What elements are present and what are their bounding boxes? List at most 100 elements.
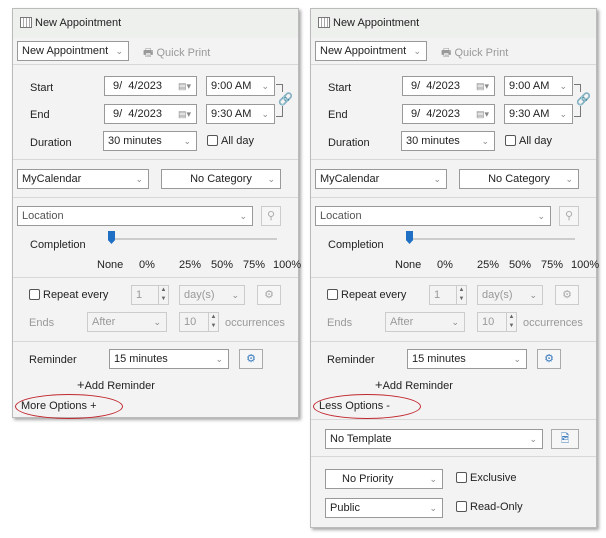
ends-count-value: 10 [184, 316, 197, 328]
map-pin-button[interactable]: ⚲ [559, 206, 579, 226]
gear-icon: ⚙ [246, 353, 256, 365]
ends-count-spinner[interactable]: 10 ▲ ▼ [477, 312, 517, 332]
template-button[interactable]: 🖻 [551, 429, 579, 449]
completion-tick-label: 50% [509, 259, 532, 271]
chevron-down-icon: ⌄ [115, 46, 123, 56]
quick-print-label: Quick Print [454, 47, 509, 59]
chevron-down-icon: ⌄ [513, 354, 521, 364]
end-date-picker[interactable]: 9/ 4/2023 ▤▾ [104, 104, 197, 124]
ends-mode-select[interactable]: After ⌄ [385, 312, 465, 332]
form-select-value: New Appointment [320, 45, 407, 57]
category-select[interactable]: No Category ⌄ [161, 169, 281, 189]
duration-select[interactable]: 30 minutes ⌄ [401, 131, 495, 151]
template-select-value: No Template [330, 433, 392, 445]
add-reminder-button[interactable]: +Add Reminder [375, 377, 453, 392]
repeat-count-spinner[interactable]: 1 ▲ ▼ [429, 285, 467, 305]
checkbox-icon [327, 289, 338, 300]
ends-mode-select[interactable]: After ⌄ [87, 312, 167, 332]
location-input[interactable]: Location ⌄ [315, 206, 551, 226]
all-day-checkbox[interactable]: All day [505, 135, 552, 147]
read-only-checkbox[interactable]: Read-Only [456, 501, 523, 513]
map-pin-button[interactable]: ⚲ [261, 206, 281, 226]
repeat-settings-button[interactable]: ⚙ [257, 285, 281, 305]
chevron-down-icon: ⌄ [261, 81, 269, 91]
end-time-select-value: 9:30 AM [509, 108, 550, 120]
duration-select-value: 30 minutes [406, 135, 460, 147]
calendar-select-value: MyCalendar [320, 173, 380, 185]
gear-icon: ⚙ [544, 353, 554, 365]
chevron-down-icon: ⌄ [559, 81, 567, 91]
completion-slider-track[interactable] [407, 238, 575, 240]
reminder-select[interactable]: 15 minutes ⌄ [109, 349, 229, 369]
end-time-select[interactable]: 9:30 AM ⌄ [504, 104, 573, 124]
end-date-value: 9/ 4/2023 [411, 108, 460, 120]
ends-count-value: 10 [482, 316, 495, 328]
appointment-panel-expanded: New Appointment New Appointment ⌄ 🖶 Quick P… [310, 8, 599, 528]
chevron-down-icon: ⌄ [429, 474, 437, 484]
ends-mode-select-value: After [92, 316, 116, 328]
template-select[interactable]: No Template ⌄ [325, 429, 543, 449]
reminder-settings-button[interactable]: ⚙ [239, 349, 263, 369]
completion-tick-label: 50% [211, 259, 234, 271]
start-time-select[interactable]: 9:00 AM ⌄ [504, 76, 573, 96]
chevron-down-icon: ⌄ [565, 174, 573, 184]
reminder-select[interactable]: 15 minutes ⌄ [407, 349, 527, 369]
divider [311, 159, 596, 160]
spinner-arrows-icon[interactable]: ▲ ▼ [158, 286, 168, 304]
completion-tick-label: None [97, 259, 124, 271]
category-select[interactable]: No Category ⌄ [459, 169, 579, 189]
calendar-select[interactable]: MyCalendar ⌄ [17, 169, 149, 189]
chevron-down-icon: ⌄ [239, 211, 247, 221]
checkbox-icon [456, 501, 467, 512]
map-pin-icon: ⚲ [564, 210, 574, 222]
all-day-checkbox[interactable]: All day [207, 135, 254, 147]
form-select[interactable]: New Appointment ⌄ [315, 41, 427, 61]
completion-label: Completion [328, 239, 384, 251]
quick-print-button[interactable]: 🖶 Quick Print [441, 44, 508, 63]
chevron-down-icon: ⌄ [215, 354, 223, 364]
spinner-arrows-icon[interactable]: ▲ ▼ [506, 313, 516, 331]
ends-count-spinner[interactable]: 10 ▲ ▼ [179, 312, 219, 332]
chevron-down-icon: ⌄ [559, 109, 567, 119]
calendar-dropdown-icon: ▤▾ [177, 109, 191, 119]
completion-slider-thumb[interactable] [108, 231, 115, 244]
add-reminder-button[interactable]: +Add Reminder [77, 377, 155, 392]
start-date-picker[interactable]: 9/ 4/2023 ▤▾ [104, 76, 197, 96]
divider [13, 277, 298, 278]
spinner-arrows-icon[interactable]: ▲ ▼ [456, 286, 466, 304]
link-icon[interactable]: 🔗 [576, 92, 591, 106]
visibility-select[interactable]: Public ⌄ [325, 498, 443, 518]
chevron-down-icon: ⌄ [413, 46, 421, 56]
end-date-value: 9/ 4/2023 [113, 108, 162, 120]
reminder-settings-button[interactable]: ⚙ [537, 349, 561, 369]
repeat-unit-select[interactable]: day(s) ⌄ [477, 285, 543, 305]
location-input[interactable]: Location ⌄ [17, 206, 253, 226]
repeat-settings-button[interactable]: ⚙ [555, 285, 579, 305]
repeat-checkbox[interactable]: Repeat every [327, 289, 406, 301]
calendar-select[interactable]: MyCalendar ⌄ [315, 169, 447, 189]
end-time-select[interactable]: 9:30 AM ⌄ [206, 104, 275, 124]
repeat-checkbox[interactable]: Repeat every [29, 289, 108, 301]
start-date-picker[interactable]: 9/ 4/2023 ▤▾ [402, 76, 495, 96]
link-icon[interactable]: 🔗 [278, 92, 293, 106]
spinner-arrows-icon[interactable]: ▲ ▼ [208, 313, 218, 331]
form-select[interactable]: New Appointment ⌄ [17, 41, 129, 61]
plus-icon: + [375, 377, 383, 392]
exclusive-checkbox[interactable]: Exclusive [456, 472, 516, 484]
duration-select[interactable]: 30 minutes ⌄ [103, 131, 197, 151]
completion-slider-track[interactable] [109, 238, 277, 240]
quick-print-button[interactable]: 🖶 Quick Print [143, 44, 210, 63]
repeat-count-spinner[interactable]: 1 ▲ ▼ [131, 285, 169, 305]
repeat-unit-select[interactable]: day(s) ⌄ [179, 285, 245, 305]
chevron-down-icon: ⌄ [451, 317, 459, 327]
reminder-label: Reminder [327, 354, 375, 366]
ends-label: Ends [29, 317, 55, 329]
checkbox-icon [505, 135, 516, 146]
start-time-select[interactable]: 9:00 AM ⌄ [206, 76, 275, 96]
divider [311, 277, 596, 278]
priority-select[interactable]: No Priority ⌄ [325, 469, 443, 489]
end-label: End [30, 109, 50, 121]
completion-slider-thumb[interactable] [406, 231, 413, 244]
gear-icon: ⚙ [562, 289, 572, 301]
end-date-picker[interactable]: 9/ 4/2023 ▤▾ [402, 104, 495, 124]
